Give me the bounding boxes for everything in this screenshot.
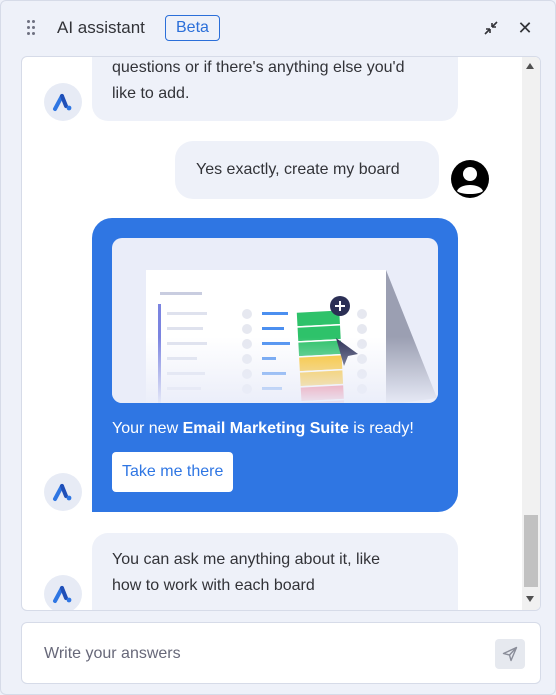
close-icon: ✕ [517,17,533,38]
board-ready-card: Your new Email Marketing Suite is ready!… [92,218,458,512]
card-text-prefix: Your new [112,420,183,437]
monday-ai-logo-icon [53,94,72,111]
drag-handle-icon[interactable] [27,20,37,36]
chat-scrollbar[interactable] [522,57,540,610]
close-button[interactable]: ✕ [515,18,535,38]
panel-header: AI assistant Beta ✕ [1,1,555,55]
answer-input[interactable] [44,643,464,665]
message-line: You can ask me anything about it, like [112,551,381,568]
bot-avatar [44,473,82,511]
message-line: like to add. [112,85,190,102]
chat-area[interactable]: questions or if there's anything else yo… [21,56,541,611]
message-line: questions or if there's anything else yo… [112,59,405,76]
bot-avatar [44,575,82,610]
ai-assistant-panel: AI assistant Beta ✕ questions or if ther… [0,0,556,695]
monday-ai-logo-icon [53,484,72,501]
message-line: how to work with each board [112,577,315,594]
send-icon [502,646,518,662]
panel-title: AI assistant [57,18,145,37]
user-message: Yes exactly, create my board [175,141,439,199]
answer-input-box [21,622,541,684]
board-name: Email Marketing Suite [182,420,349,437]
scroll-up-arrow-icon[interactable] [526,63,534,69]
board-ready-text: Your new Email Marketing Suite is ready! [112,418,414,440]
minimize-button[interactable] [481,18,501,38]
take-me-there-button[interactable]: Take me there [112,452,234,492]
monday-ai-logo-icon [53,586,72,603]
minimize-arrows-icon [484,21,498,35]
card-text-suffix: is ready! [348,420,414,437]
bot-avatar [44,83,82,121]
scroll-thumb[interactable] [524,515,538,587]
scroll-down-arrow-icon[interactable] [526,596,534,602]
board-preview-image [112,238,438,403]
bot-message: questions or if there's anything else yo… [92,57,458,121]
beta-badge: Beta [165,15,220,41]
user-avatar-icon [451,160,489,198]
bot-message: You can ask me anything about it, like h… [92,533,458,610]
send-button[interactable] [495,639,525,669]
